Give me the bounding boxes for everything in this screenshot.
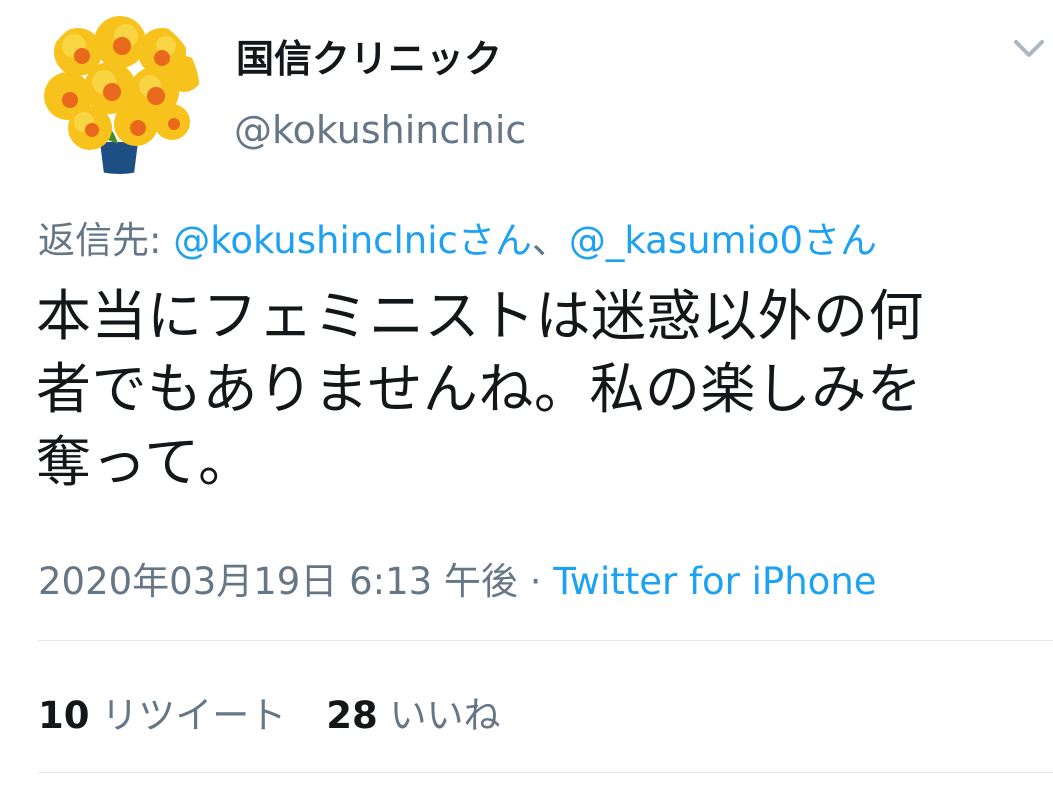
reply-prefix: 返信先: — [38, 219, 174, 262]
reply-separator: 、 — [531, 219, 569, 262]
retweets-label: リツイート — [89, 694, 287, 737]
chevron-down-icon[interactable] — [1008, 34, 1050, 64]
user-handle[interactable]: @kokushinclnic — [234, 108, 526, 152]
reply-context: 返信先: @kokushinclnicさん、@_kasumio0さん — [38, 210, 877, 264]
tweet-text: 本当にフェミニストは迷惑以外の何 者でもありませんね。私の楽しみを 奪って。 — [36, 284, 925, 494]
daffodil-avatar-image — [38, 12, 200, 174]
tweet-timestamp[interactable]: 2020年03月19日 6:13 午後 — [38, 560, 518, 603]
avatar[interactable] — [38, 12, 200, 174]
divider — [38, 772, 1053, 773]
likes-count: 28 — [326, 694, 378, 737]
tweet-meta: 2020年03月19日 6:13 午後 · Twitter for iPhone — [38, 551, 877, 605]
divider — [38, 640, 1053, 641]
tweet-source-link[interactable]: Twitter for iPhone — [553, 560, 876, 603]
reply-mention-2[interactable]: @_kasumio0さん — [569, 219, 877, 262]
display-name[interactable]: 国信クリニック — [236, 28, 502, 83]
retweets-count: 10 — [38, 694, 90, 737]
likes-stat[interactable]: 28 いいね — [326, 694, 500, 737]
retweets-stat[interactable]: 10 リツイート — [38, 694, 286, 737]
reply-mention-1[interactable]: @kokushinclnicさん — [173, 219, 532, 262]
meta-separator: · — [517, 560, 554, 603]
tweet-stats: 10 リツイート 28 いいね — [38, 685, 501, 739]
likes-label: いいね — [377, 694, 501, 737]
